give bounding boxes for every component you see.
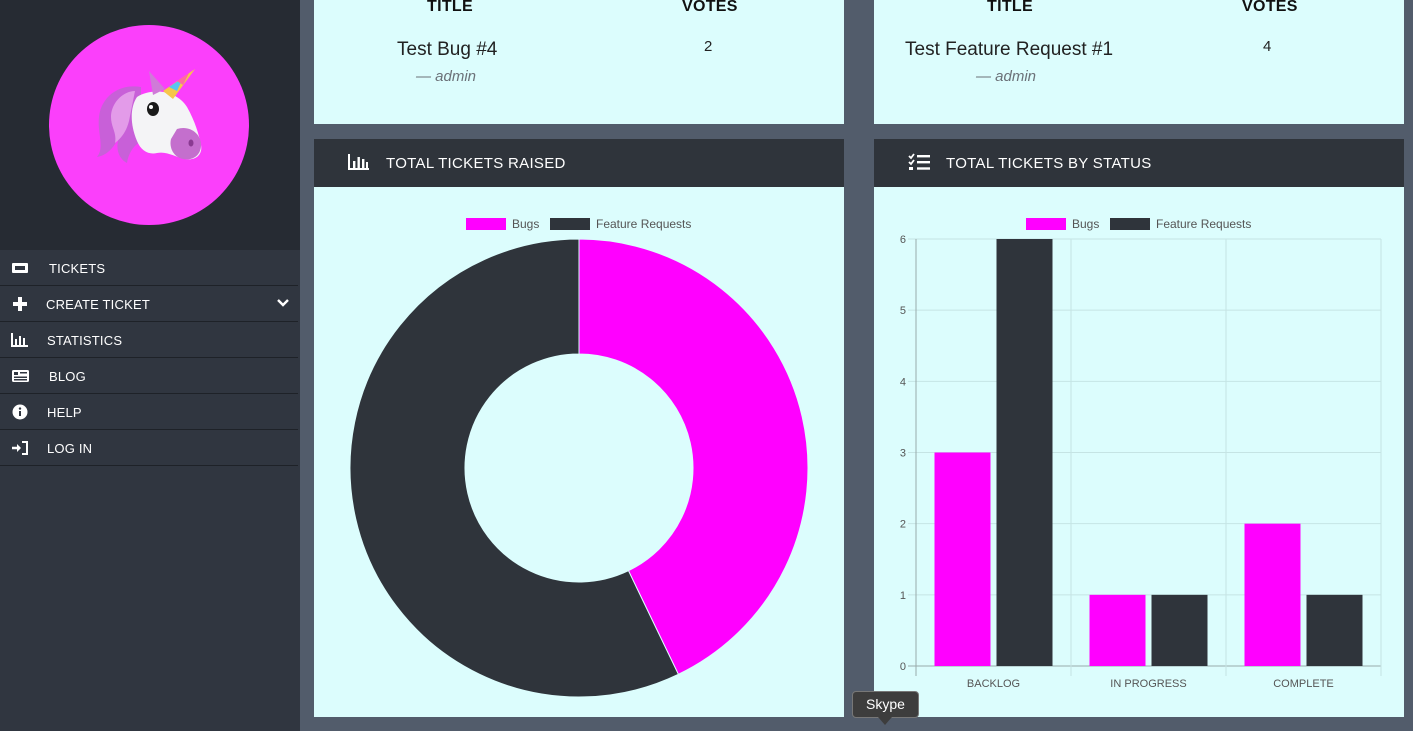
top-bugs-card: TITLE VOTES Test Bug #4 — admin 2 <box>314 0 844 124</box>
sidebar-item-tickets[interactable]: TICKETS <box>0 250 298 286</box>
y-tick-label: 5 <box>900 305 906 317</box>
title-column-header: TITLE <box>987 0 1033 15</box>
bar-bugs-complete[interactable] <box>1244 523 1301 666</box>
ticket-votes: 4 <box>1263 38 1272 55</box>
ticket-icon <box>12 263 28 273</box>
y-tick-label: 0 <box>900 661 906 673</box>
sidebar-header <box>0 0 300 250</box>
y-tick-label: 2 <box>900 519 906 531</box>
bar-feature-requests-in-progress[interactable] <box>1151 594 1208 666</box>
bar-bugs-in-progress[interactable] <box>1089 594 1146 666</box>
y-tick-label: 1 <box>900 590 906 602</box>
sidebar-item-blog[interactable]: BLOG <box>0 358 298 394</box>
sidebar-item-label: LOG IN <box>47 441 93 456</box>
tickets-raised-panel: TOTAL TICKETS RAISED Bugs Feature Reques… <box>314 139 844 717</box>
votes-column-header: VOTES <box>1242 0 1298 15</box>
votes-column-header: VOTES <box>682 0 738 15</box>
plus-icon <box>13 297 27 311</box>
x-tick-label: BACKLOG <box>967 678 1020 690</box>
sidebar-item-create-ticket[interactable]: CREATE TICKET <box>0 286 298 322</box>
ticket-title-link[interactable]: Test Bug #4 <box>397 39 497 61</box>
info-icon <box>12 404 28 420</box>
title-column-header: TITLE <box>427 0 473 15</box>
sidebar-item-log-in[interactable]: LOG IN <box>0 430 298 466</box>
sidebar-item-label: HELP <box>47 405 82 420</box>
ticket-votes: 2 <box>704 38 713 55</box>
sidebar-item-label: TICKETS <box>49 261 106 276</box>
bar-feature-requests-complete[interactable] <box>1306 594 1363 666</box>
y-tick-label: 3 <box>900 448 906 460</box>
x-tick-label: COMPLETE <box>1273 678 1334 690</box>
skype-tooltip: Skype <box>852 691 919 718</box>
bar-chart: 0 1 2 3 4 5 6 BACKLOG IN PROGRESS COMPLETE <box>900 234 1382 690</box>
sidebar-item-help[interactable]: HELP <box>0 394 298 430</box>
bar-feature-requests-backlog[interactable] <box>996 239 1053 666</box>
avatar[interactable] <box>49 25 249 225</box>
sidebar-item-statistics[interactable]: STATISTICS <box>0 322 298 358</box>
x-tick-label: IN PROGRESS <box>1110 678 1186 690</box>
chevron-down-icon[interactable] <box>276 296 290 310</box>
sidebar: TICKETS CREATE TICKET STATISTICS BLOG HE… <box>0 0 300 731</box>
ticket-author: — admin <box>976 68 1037 85</box>
sidebar-item-label: CREATE TICKET <box>46 297 150 312</box>
bar-chart-icon <box>11 333 28 347</box>
tickets-by-status-panel: TOTAL TICKETS BY STATUS Bugs Feature Req… <box>874 139 1404 717</box>
sidebar-item-label: STATISTICS <box>47 333 123 348</box>
top-features-card: TITLE VOTES Test Feature Request #1 — ad… <box>874 0 1404 124</box>
sign-in-icon <box>12 441 28 455</box>
newspaper-icon <box>12 370 29 382</box>
y-tick-label: 4 <box>900 376 906 388</box>
y-tick-label: 6 <box>900 234 906 246</box>
unicorn-icon <box>97 69 202 163</box>
donut-chart <box>349 238 809 698</box>
tooltip-arrow <box>878 717 892 725</box>
ticket-author: — admin <box>416 68 477 85</box>
bar-bugs-backlog[interactable] <box>934 452 991 667</box>
sidebar-nav: TICKETS CREATE TICKET STATISTICS BLOG HE… <box>0 250 298 466</box>
sidebar-item-label: BLOG <box>49 369 86 384</box>
ticket-title-link[interactable]: Test Feature Request #1 <box>905 39 1113 61</box>
